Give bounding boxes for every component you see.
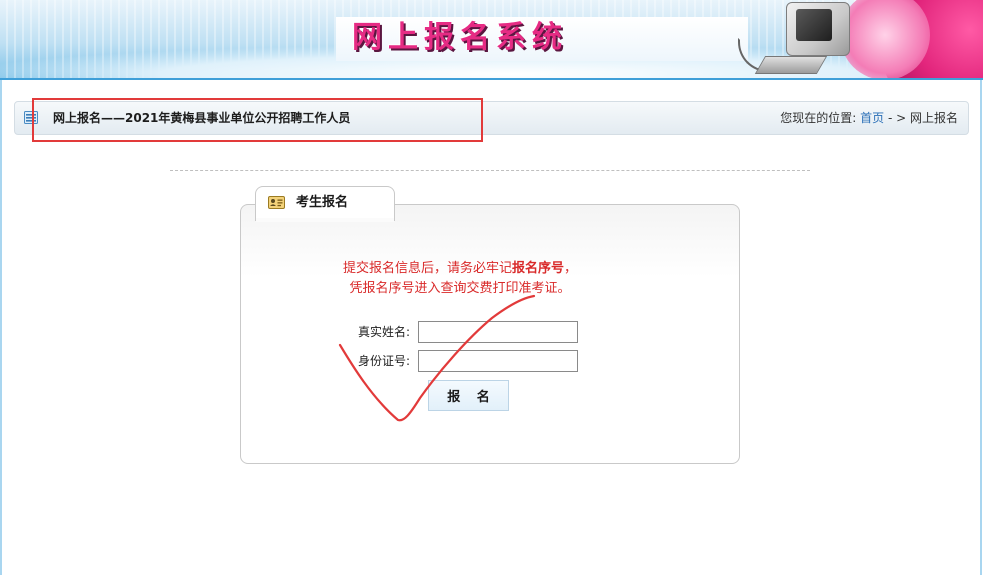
id-number-input[interactable] (418, 350, 578, 372)
annotation-highlight-box (32, 98, 483, 142)
notice-line-2: 凭报名序号进入查询交费打印准考证。 (349, 281, 571, 296)
breadcrumb-current: 网上报名 (909, 111, 958, 125)
frame-right-border (980, 80, 982, 575)
register-button[interactable]: 报 名 (428, 380, 509, 411)
panel-tab-label: 考生报名 (296, 195, 349, 210)
notice-line-1: 提交报名信息后，请务必牢记报名序号， (240, 259, 680, 279)
banner-title: 网上报名系统 (352, 20, 568, 55)
notice-line-1-prefix: 提交报名信息后，请务必牢记 (342, 261, 512, 276)
notice-emphasis: 报名序号 (511, 261, 564, 276)
name-input[interactable] (418, 321, 578, 343)
breadcrumb-separator: - > (887, 111, 907, 125)
notice-line-1-suffix: ， (564, 261, 578, 276)
computer-screen-icon (796, 9, 832, 41)
id-card-icon (268, 196, 285, 209)
frame-left-border (0, 80, 2, 575)
panel-tab-join (256, 218, 394, 222)
breadcrumb-home-link[interactable]: 首页 (860, 111, 884, 125)
header-banner: 网上报名系统 (0, 0, 983, 80)
name-label: 真实姓名: (357, 325, 410, 339)
notice-text: 提交报名信息后，请务必牢记报名序号， 凭报名序号进入查询交费打印准考证。 (240, 259, 680, 299)
keyboard-icon (754, 56, 828, 74)
breadcrumb-prefix: 您现在的位置: (780, 111, 857, 125)
breadcrumb: 您现在的位置: 首页 - > 网上报名 (780, 102, 958, 134)
dashed-divider (170, 170, 810, 171)
id-number-label: 身份证号: (357, 354, 410, 368)
